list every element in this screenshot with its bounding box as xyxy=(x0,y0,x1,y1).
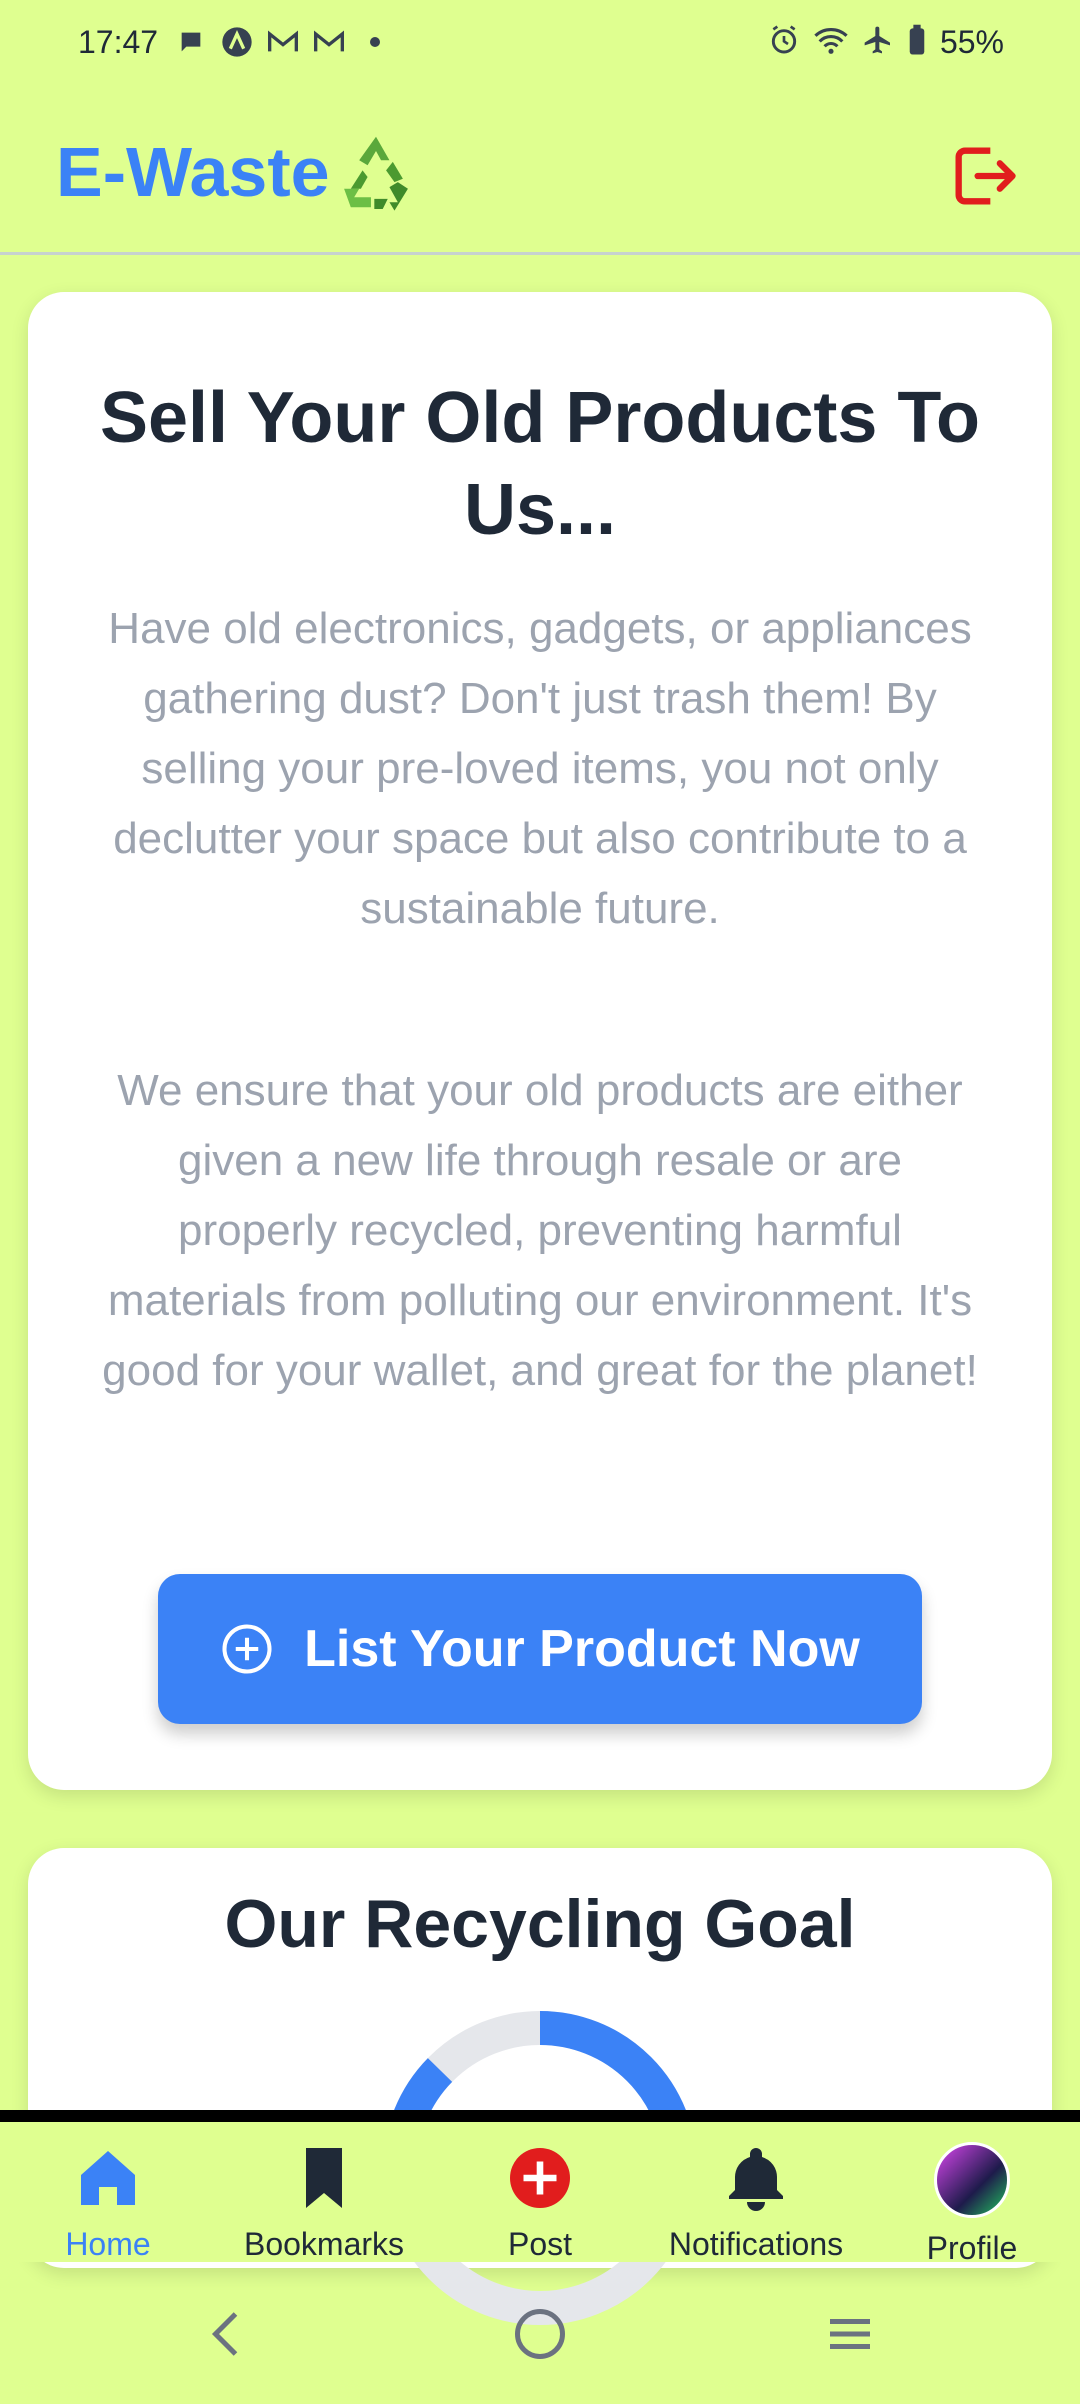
goal-title: Our Recycling Goal xyxy=(224,1886,856,1962)
nav-bookmarks[interactable]: Bookmarks xyxy=(234,2142,414,2263)
notification-icons xyxy=(175,26,391,58)
nav-notifications[interactable]: Notifications xyxy=(666,2142,846,2263)
nav-post[interactable]: Post xyxy=(450,2142,630,2263)
more-dot-icon xyxy=(359,26,391,58)
brand-title: E-Waste xyxy=(56,133,330,211)
bookmark-icon xyxy=(306,2148,342,2208)
gmail-icon xyxy=(267,26,299,58)
plus-circle-icon xyxy=(222,1624,272,1674)
system-icons: 55% xyxy=(768,24,1004,61)
app-a-icon xyxy=(221,26,253,58)
back-icon[interactable] xyxy=(198,2304,258,2364)
avatar xyxy=(934,2142,1010,2218)
wifi-icon xyxy=(814,25,848,60)
nav-divider xyxy=(0,2110,1080,2122)
battery-percent: 55% xyxy=(939,24,1004,60)
sell-paragraph-2: We ensure that your old products are eit… xyxy=(102,1066,978,1395)
logout-icon xyxy=(955,147,1016,205)
sell-card: Sell Your Old Products To Us... Have old… xyxy=(28,292,1052,1790)
alarm-icon xyxy=(768,24,800,61)
nav-profile[interactable]: Profile xyxy=(882,2142,1062,2267)
plus-circle-icon xyxy=(510,2148,570,2208)
chat-icon xyxy=(175,26,207,58)
logout-button[interactable] xyxy=(946,138,1022,214)
bell-icon xyxy=(729,2148,783,2211)
home-button-icon[interactable] xyxy=(510,2304,570,2364)
status-time: 17:47 xyxy=(78,24,159,60)
status-bar: 17:47 55% xyxy=(0,0,1080,88)
recents-icon[interactable] xyxy=(820,2304,880,2364)
gmail-icon xyxy=(313,26,345,58)
nav-post-label: Post xyxy=(507,2226,573,2262)
home-icon xyxy=(81,2151,135,2205)
list-product-label: List Your Product Now xyxy=(304,1620,860,1678)
airplane-icon xyxy=(862,24,894,61)
sell-title: Sell Your Old Products To Us... xyxy=(99,378,981,550)
nav-bookmarks-label: Bookmarks xyxy=(243,2226,405,2262)
system-navigation xyxy=(0,2262,1080,2404)
bottom-navigation: Home Bookmarks Post Notifications Profil… xyxy=(0,2122,1080,2266)
app-header: E-Waste xyxy=(0,88,1080,255)
sell-paragraph-1: Have old electronics, gadgets, or applia… xyxy=(108,604,972,933)
battery-icon xyxy=(908,24,926,61)
nav-home[interactable]: Home xyxy=(18,2142,198,2263)
recycle-icon xyxy=(334,130,418,214)
nav-notifications-label: Notifications xyxy=(668,2226,844,2262)
nav-home-label: Home xyxy=(65,2226,151,2262)
list-product-button[interactable]: List Your Product Now xyxy=(158,1574,922,1724)
